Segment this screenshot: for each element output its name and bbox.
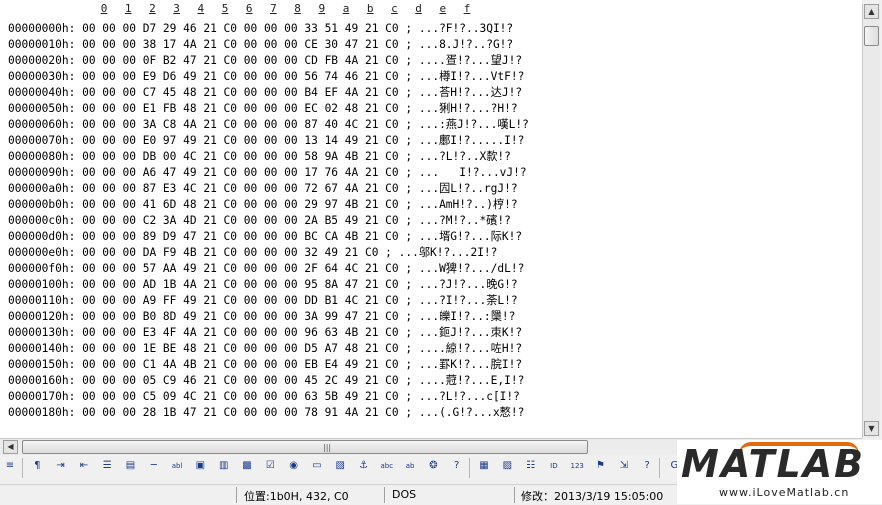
hex-row[interactable]: 00000050h: 00 00 00 E1 FB 48 21 C0 00 00… xyxy=(8,101,518,117)
toolbar-separator xyxy=(22,458,24,478)
watermark-url: www.iLoveMatlab.cn xyxy=(719,486,850,499)
hex-row[interactable]: 000000f0h: 00 00 00 57 AA 49 21 C0 00 00… xyxy=(8,261,524,277)
outdent-icon[interactable]: ⇤ xyxy=(76,459,92,475)
hex-row[interactable]: 00000000h: 00 00 00 D7 29 46 21 C0 00 00… xyxy=(8,21,513,37)
column-label: 6 xyxy=(245,2,253,15)
vertical-scrollbar[interactable]: ▲ ▼ xyxy=(862,4,880,438)
column-label: d xyxy=(415,2,422,15)
hex-row[interactable]: 000000c0h: 00 00 00 C2 3A 4D 21 C0 00 00… xyxy=(8,213,511,229)
text-box-icon[interactable]: ▤ xyxy=(123,459,139,475)
checkbox-icon[interactable]: ☑ xyxy=(262,459,278,475)
field2-icon[interactable]: ▥ xyxy=(216,459,232,475)
vertical-scroll-thumb[interactable] xyxy=(864,26,879,46)
frame-icon[interactable]: ▭ xyxy=(309,459,325,475)
paragraph-icon[interactable]: ¶ xyxy=(29,459,45,475)
hex-row[interactable]: 00000010h: 00 00 00 38 17 4A 21 C0 00 00… xyxy=(8,37,513,53)
hex-row[interactable]: 00000160h: 00 00 00 05 C9 46 21 C0 00 00… xyxy=(8,373,524,389)
hex-row[interactable]: 00000060h: 00 00 00 3A C8 4A 21 C0 00 00… xyxy=(8,117,529,133)
hex-view[interactable]: 00000000h: 00 00 00 D7 29 46 21 C0 00 00… xyxy=(0,20,862,438)
column-header: 0 1 2 3 4 5 6 7 8 9 a b c d e f xyxy=(0,0,862,20)
help-icon[interactable]: ? xyxy=(449,459,465,475)
hex-row[interactable]: 000000e0h: 00 00 00 DA F9 4B 21 C0 00 00… xyxy=(8,245,497,261)
column-label: f xyxy=(463,2,471,15)
column-label: 1 xyxy=(124,2,132,15)
help2-icon[interactable]: ? xyxy=(639,459,655,475)
status-separator xyxy=(514,487,515,503)
toolbar-separator xyxy=(659,458,661,478)
matlab-logo: MATLAB xyxy=(681,442,866,486)
status-separator xyxy=(384,487,385,503)
scroll-left-icon[interactable]: ◀ xyxy=(3,440,18,454)
column-label: 0 xyxy=(100,2,108,15)
id-icon[interactable]: ID xyxy=(546,459,562,475)
hex-row[interactable]: 00000150h: 00 00 00 C1 4A 4B 21 C0 00 00… xyxy=(8,357,522,373)
hex-row[interactable]: 00000070h: 00 00 00 E0 97 49 21 C0 00 00… xyxy=(8,133,524,149)
line-ending-format: DOS xyxy=(392,488,417,501)
column-label: a xyxy=(342,2,350,15)
column-label: 2 xyxy=(149,2,156,15)
hex-row[interactable]: 000000b0h: 00 00 00 41 6D 48 21 C0 00 00… xyxy=(8,197,518,213)
column-label: 4 xyxy=(197,2,205,15)
number-icon[interactable]: 123 xyxy=(569,459,585,475)
abl-field-icon[interactable]: abl xyxy=(169,459,185,475)
hex-row[interactable]: 00000130h: 00 00 00 E3 4F 4A 21 C0 00 00… xyxy=(8,325,522,341)
column-label: e xyxy=(439,2,447,15)
gift-icon[interactable]: ❂ xyxy=(425,459,441,475)
list-icon[interactable]: ☰ xyxy=(99,459,115,475)
hex-row[interactable]: 00000110h: 00 00 00 A9 FF 49 21 C0 00 00… xyxy=(8,293,518,309)
column-label: 3 xyxy=(173,2,180,15)
column-label: 9 xyxy=(318,2,326,15)
cursor-position: 位置:1b0H, 432, C0 xyxy=(244,490,349,503)
grid-icon[interactable]: ▨ xyxy=(499,459,515,475)
hex-row[interactable]: 00000100h: 00 00 00 AD 1B 4A 21 C0 00 00… xyxy=(8,277,518,293)
chart-icon[interactable]: ☷ xyxy=(523,459,539,475)
hex-row[interactable]: 00000120h: 00 00 00 B0 8D 49 21 C0 00 00… xyxy=(8,309,515,325)
table-icon[interactable]: ▦ xyxy=(476,459,492,475)
indent-icon[interactable]: ⇥ xyxy=(53,459,69,475)
modified-date: 修改：2013/3/19 15:05:00 xyxy=(521,490,664,503)
radio-icon[interactable]: ◉ xyxy=(286,459,302,475)
watermark: MATLAB www.iLoveMatlab.cn xyxy=(677,440,882,504)
hex-row[interactable]: 00000030h: 00 00 00 E9 D6 49 21 C0 00 00… xyxy=(8,69,524,85)
abc2-icon[interactable]: ab xyxy=(402,459,418,475)
column-label: 8 xyxy=(294,2,301,15)
column-label: b xyxy=(366,2,374,15)
hex-row[interactable]: 00000040h: 00 00 00 C7 45 48 21 C0 00 00… xyxy=(8,85,522,101)
image-field-icon[interactable]: ▩ xyxy=(239,459,255,475)
field-icon[interactable]: ▣ xyxy=(192,459,208,475)
hex-row[interactable]: 000000a0h: 00 00 00 87 E3 4C 21 C0 00 00… xyxy=(8,181,518,197)
hex-row[interactable]: 00000180h: 00 00 00 28 1B 47 21 C0 00 00… xyxy=(8,405,524,421)
abc-icon[interactable]: abc xyxy=(379,459,395,475)
export-icon[interactable]: ⇲ xyxy=(616,459,632,475)
anchor-icon[interactable]: ⚓ xyxy=(356,459,372,475)
column-label: 5 xyxy=(221,2,229,15)
status-separator xyxy=(236,487,237,503)
scroll-up-icon[interactable]: ▲ xyxy=(864,4,879,19)
picture-icon[interactable]: ▧ xyxy=(332,459,348,475)
hex-row[interactable]: 00000090h: 00 00 00 A6 47 49 21 C0 00 00… xyxy=(8,165,527,181)
line-icon[interactable]: ─ xyxy=(146,459,162,475)
hex-row[interactable]: 00000020h: 00 00 00 0F B2 47 21 C0 00 00… xyxy=(8,53,522,69)
toolbar-separator xyxy=(469,458,470,478)
horizontal-scroll-thumb[interactable]: ||| xyxy=(22,440,588,454)
hex-row[interactable]: 000000d0h: 00 00 00 89 D9 47 21 C0 00 00… xyxy=(8,229,522,245)
hex-row[interactable]: 00000080h: 00 00 00 DB 00 4C 21 C0 00 00… xyxy=(8,149,511,165)
column-label: c xyxy=(391,2,398,15)
scroll-down-icon[interactable]: ▼ xyxy=(864,421,879,436)
hex-row[interactable]: 00000170h: 00 00 00 C5 09 4C 21 C0 00 00… xyxy=(8,389,520,405)
hex-row[interactable]: 00000140h: 00 00 00 1E BE 48 21 C0 00 00… xyxy=(8,341,522,357)
align-left-icon[interactable]: ≡ xyxy=(2,459,18,475)
flag-icon[interactable]: ⚑ xyxy=(593,459,609,475)
column-label: 7 xyxy=(270,2,277,15)
